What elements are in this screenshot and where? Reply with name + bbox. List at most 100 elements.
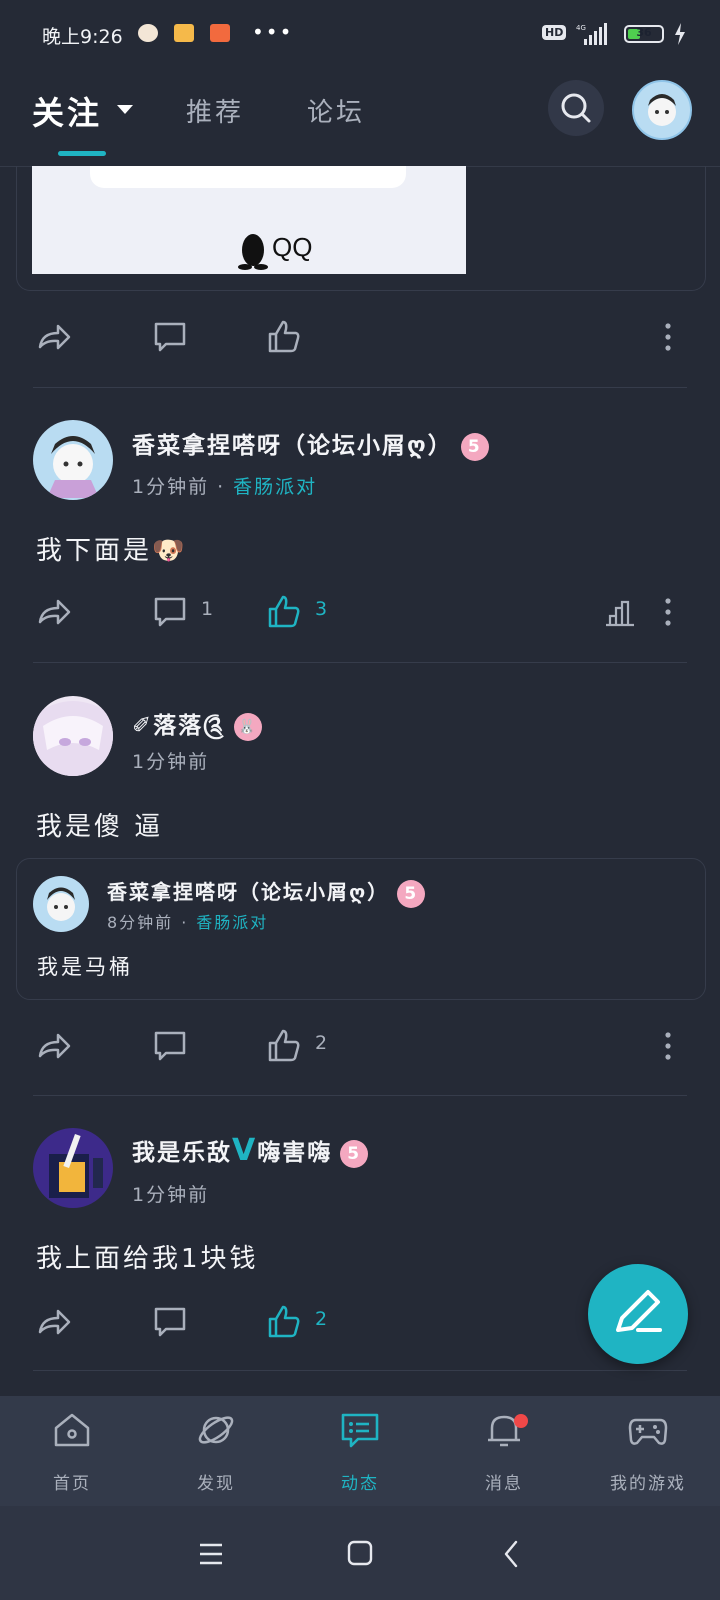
post-actions: 1 3 <box>0 582 720 642</box>
divider <box>33 1095 687 1096</box>
search-button[interactable] <box>548 80 604 136</box>
post-image[interactable]: QQ <box>32 166 466 274</box>
post-time: 8分钟前 <box>107 913 174 932</box>
post-meta: 1分钟前 · 香肠派对 <box>132 476 318 498</box>
status-time: 晚上9:26 <box>42 26 123 48</box>
username-text[interactable]: 香菜拿捏嗒呀（论坛小屑ღ） <box>107 880 389 904</box>
nav-home[interactable]: 首页 <box>0 1396 144 1506</box>
post-content[interactable]: 我下面是🐶 <box>36 530 187 567</box>
menu-icon[interactable] <box>198 1542 224 1566</box>
battery-percent: 36 <box>636 26 652 39</box>
like-count: 2 <box>315 1032 328 1054</box>
nav-label: 发现 <box>197 1474 235 1494</box>
active-tab-indicator <box>58 151 106 156</box>
level-badge: 5 <box>340 1139 369 1168</box>
level-badge: 5 <box>397 879 426 908</box>
share-icon[interactable] <box>36 594 72 630</box>
bottom-navigation: 首页 发现 动态 消息 我的游戏 <box>0 1396 720 1506</box>
comment-count: 1 <box>201 598 214 620</box>
username-text[interactable]: ✐落落༊ <box>132 713 226 739</box>
like-count: 2 <box>315 1308 328 1330</box>
qq-penguin-icon <box>238 234 268 270</box>
post-content[interactable]: 我上面给我1块钱 <box>36 1238 259 1275</box>
circle-link[interactable]: 香肠派对 <box>196 913 268 932</box>
post-username[interactable]: 香菜拿捏嗒呀（论坛小屑ღ） 5 <box>132 426 489 461</box>
like-icon[interactable] <box>266 594 302 630</box>
pen-icon <box>616 1290 662 1332</box>
avatar[interactable] <box>33 696 113 776</box>
mail-notification-icon <box>210 24 230 42</box>
compose-button[interactable] <box>588 1264 688 1364</box>
nav-label: 动态 <box>341 1474 379 1494</box>
gamepad-icon <box>628 1418 668 1445</box>
divider <box>33 662 687 663</box>
quote-content: 我是马桶 <box>37 955 133 979</box>
like-icon[interactable] <box>266 1028 302 1064</box>
system-navigation-bar <box>0 1506 720 1600</box>
more-options-icon[interactable] <box>662 1028 674 1064</box>
home-square-icon[interactable] <box>347 1540 373 1566</box>
more-options-icon[interactable] <box>662 319 674 355</box>
quoted-post[interactable]: 香菜拿捏嗒呀（论坛小屑ღ） 5 8分钟前 · 香肠派对 我是马桶 <box>16 858 706 1000</box>
username-text-a[interactable]: 我是乐敌 <box>132 1140 232 1166</box>
post-username[interactable]: 我是乐敌V嗨害嗨 5 <box>132 1133 369 1168</box>
comment-icon[interactable] <box>152 594 188 630</box>
feed-icon <box>341 1413 379 1448</box>
network-type: 4G <box>576 24 586 32</box>
tab-follow[interactable]: 关注 <box>32 88 102 134</box>
divider <box>33 387 687 388</box>
nav-discover[interactable]: 发现 <box>144 1396 288 1506</box>
planet-icon <box>198 1416 234 1444</box>
nav-label: 我的游戏 <box>610 1474 686 1494</box>
home-icon <box>54 1413 90 1447</box>
like-count: 3 <box>315 598 328 620</box>
divider <box>33 1370 687 1371</box>
user-avatar[interactable] <box>632 80 692 140</box>
hd-icon: HD <box>542 25 567 40</box>
notification-badge <box>514 1414 528 1428</box>
avatar[interactable] <box>33 1128 113 1208</box>
avatar[interactable] <box>33 876 89 932</box>
comment-icon[interactable] <box>152 1304 188 1340</box>
quote-username[interactable]: 香菜拿捏嗒呀（论坛小屑ღ） 5 <box>107 876 426 908</box>
like-icon[interactable] <box>266 1304 302 1340</box>
share-icon[interactable] <box>36 319 72 355</box>
post-content[interactable]: 我是傻 逼 <box>36 806 163 843</box>
more-options-icon[interactable] <box>662 594 674 630</box>
search-icon <box>561 93 591 123</box>
post-time: 1分钟前 <box>132 1184 210 1206</box>
comment-icon[interactable] <box>152 1028 188 1064</box>
signal-icon: 4G <box>576 23 607 45</box>
more-notifications-icon: ••• <box>252 20 294 44</box>
notes-notification-icon <box>174 24 194 42</box>
username-text-b[interactable]: 嗨害嗨 <box>257 1140 332 1166</box>
image-caption: QQ <box>272 232 313 262</box>
stats-icon[interactable] <box>604 594 640 630</box>
post-actions <box>0 307 720 367</box>
qq-notification-icon <box>138 24 158 42</box>
back-icon[interactable] <box>503 1540 519 1568</box>
quote-meta: 8分钟前 · 香肠派对 <box>107 913 269 932</box>
username-text[interactable]: 香菜拿捏嗒呀（论坛小屑ღ） <box>132 433 453 459</box>
post-actions: 2 <box>0 1016 720 1076</box>
post-time: 1分钟前 <box>132 751 210 773</box>
comment-icon[interactable] <box>152 319 188 355</box>
share-icon[interactable] <box>36 1304 72 1340</box>
post-time: 1分钟前 <box>132 476 210 498</box>
share-icon[interactable] <box>36 1028 72 1064</box>
like-icon[interactable] <box>266 319 302 355</box>
battery-icon: 36 <box>624 25 664 43</box>
nav-messages[interactable]: 消息 <box>432 1396 576 1506</box>
level-badge: 5 <box>460 432 489 461</box>
top-header: 关注 推荐 论坛 <box>0 66 720 167</box>
avatar[interactable] <box>33 420 113 500</box>
circle-link[interactable]: 香肠派对 <box>233 476 317 498</box>
status-bar: 晚上9:26 ••• HD 4G 36 <box>0 0 720 66</box>
nav-my-games[interactable]: 我的游戏 <box>576 1396 720 1506</box>
nav-feed[interactable]: 动态 <box>288 1396 432 1506</box>
chevron-down-icon[interactable] <box>117 105 133 114</box>
tab-recommend[interactable]: 推荐 <box>186 92 244 129</box>
level-badge: 🐰 <box>233 712 262 741</box>
tab-forum[interactable]: 论坛 <box>307 92 365 129</box>
nav-label: 首页 <box>53 1474 91 1494</box>
